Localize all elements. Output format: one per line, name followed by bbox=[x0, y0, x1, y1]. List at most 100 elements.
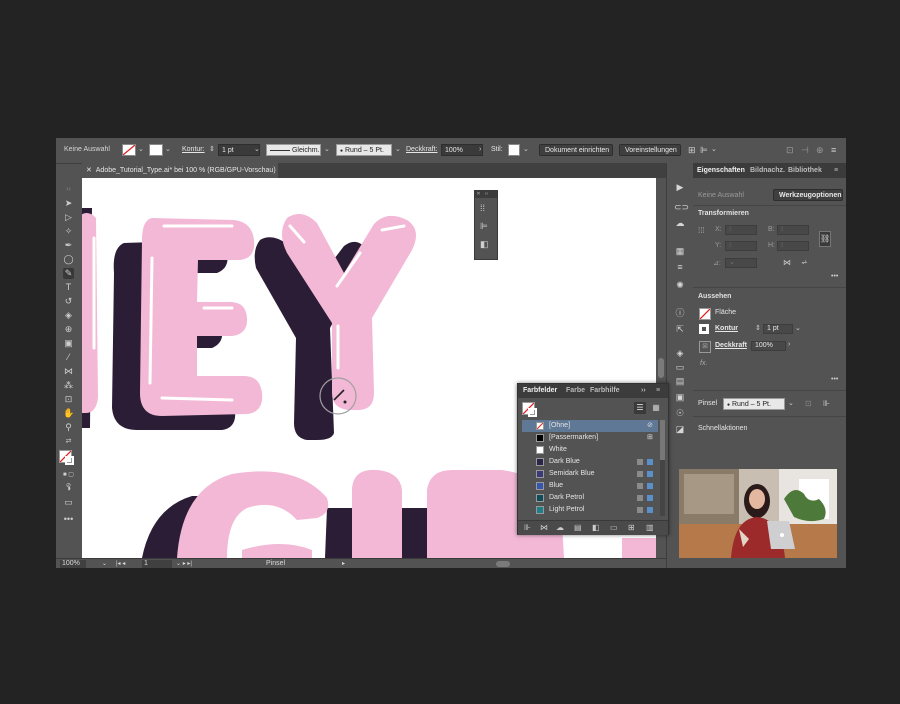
blend-tool-icon[interactable]: ⋈ bbox=[63, 366, 74, 377]
direct-selection-tool-icon[interactable]: ▷ bbox=[63, 212, 74, 223]
swatches-menu-icon[interactable]: ≡ bbox=[656, 384, 660, 398]
brush-dropdown-icon[interactable]: ⌄ bbox=[395, 144, 401, 156]
stroke-weight-input-prop[interactable]: 1 pt bbox=[763, 324, 793, 334]
fx-icon[interactable]: fx. bbox=[700, 360, 707, 367]
stroke-weight-dropdown-prop-icon[interactable]: ⌄ bbox=[795, 324, 801, 332]
tab-properties[interactable]: Eigenschaften bbox=[697, 163, 745, 178]
layers-icon[interactable]: ◈ bbox=[674, 347, 686, 359]
stroke-profile-dropdown-icon[interactable]: ⌄ bbox=[324, 144, 330, 156]
stroke-label[interactable]: Kontur: bbox=[182, 144, 205, 156]
panel-menu-icon[interactable]: ≡ bbox=[834, 163, 838, 178]
swatch-libraries-icon[interactable]: ⊪ bbox=[524, 523, 531, 532]
zoom-dropdown-icon[interactable]: ⌄ bbox=[102, 560, 107, 568]
panel-menu-icon[interactable]: ≡ bbox=[831, 144, 836, 156]
stroke-stepper-icon[interactable]: ⇕ bbox=[755, 324, 761, 332]
selection-tool-icon[interactable]: ➤ bbox=[63, 198, 74, 209]
brush-panel-icon[interactable]: ⊪ bbox=[823, 399, 830, 408]
stroke-label-prop[interactable]: Kontur bbox=[715, 325, 738, 332]
x-input[interactable]: ⁝ bbox=[725, 225, 757, 235]
symbols-panel-icon[interactable]: ✺ bbox=[674, 279, 686, 291]
width-input[interactable]: ⁝ bbox=[777, 225, 809, 235]
angle-input[interactable]: ⌄ bbox=[725, 258, 757, 268]
brush-select[interactable]: ● Rund – 5 Pt. bbox=[336, 144, 392, 156]
info-icon[interactable]: ⓘ bbox=[674, 307, 686, 319]
magic-wand-tool-icon[interactable]: ✧ bbox=[63, 226, 74, 237]
swatch-row[interactable]: Blue bbox=[522, 480, 658, 492]
swap-colors-icon[interactable]: ⇄ bbox=[63, 436, 74, 447]
align-icon[interactable]: ⊫ bbox=[700, 144, 708, 156]
swatch-row[interactable]: Semidark Blue bbox=[522, 468, 658, 480]
play-icon[interactable]: ▶ bbox=[674, 181, 686, 193]
tab-libraries[interactable]: Bibliothek bbox=[788, 163, 822, 178]
tab-swatches[interactable]: Farbfelder bbox=[523, 384, 557, 398]
swatch-row[interactable]: Dark Blue bbox=[522, 456, 658, 468]
artboard-dropdown-icon[interactable]: ⌄ ▸ ▸| bbox=[176, 560, 192, 568]
eraser-tool-icon[interactable]: ◈ bbox=[63, 310, 74, 321]
pathfinder-panel-icon[interactable]: ◧ bbox=[480, 239, 491, 250]
tab-image-trace[interactable]: Bildnachz. bbox=[750, 163, 785, 178]
arrange-icon[interactable]: ⊞ bbox=[688, 144, 696, 156]
swatches-scroll-thumb[interactable] bbox=[660, 420, 665, 460]
libraries-icon[interactable]: ☁ bbox=[674, 217, 686, 229]
transform-panel-icon[interactable]: ⁞⁞ bbox=[480, 203, 491, 214]
constrain-proportions-icon[interactable]: ⛓ bbox=[819, 231, 831, 247]
stroke-weight-dropdown-icon[interactable]: ⌄ bbox=[254, 144, 260, 156]
graphic-styles-icon[interactable]: ▣ bbox=[674, 391, 686, 403]
swatch-panel-icon[interactable]: ▦ bbox=[674, 245, 686, 257]
swatch-row[interactable]: Dark Petrol bbox=[522, 492, 658, 504]
opacity-input[interactable]: 100% bbox=[441, 144, 483, 156]
palette-titlebar[interactable]: ✕ ›› bbox=[475, 191, 497, 198]
brush-libraries-icon[interactable]: ⊡ bbox=[805, 399, 812, 408]
shape-builder-tool-icon[interactable]: ⊕ bbox=[63, 324, 74, 335]
color-mode-icon[interactable]: ■ ▢ ⊘ bbox=[63, 470, 74, 489]
export-icon[interactable]: ⇱ bbox=[674, 323, 686, 335]
swatches-scrollbar[interactable] bbox=[660, 420, 665, 516]
links-icon[interactable]: ⊂⊃ bbox=[674, 201, 689, 213]
new-color-group-icon[interactable]: ▭ bbox=[610, 523, 618, 532]
zoom-tool-icon[interactable]: ⚲ bbox=[63, 422, 74, 433]
y-input[interactable]: ⁝ bbox=[725, 241, 757, 251]
tab-color-guide[interactable]: Farbhilfe bbox=[590, 384, 620, 398]
rotate-tool-icon[interactable]: ↺ bbox=[63, 296, 74, 307]
artboard-tool-icon[interactable]: ⊡ bbox=[63, 394, 74, 405]
style-dropdown-icon[interactable]: ⌄ bbox=[523, 144, 529, 156]
brush-select-prop[interactable]: ● Rund – 5 Pt. bbox=[723, 398, 785, 410]
align-panel-icon[interactable]: ⊫ bbox=[480, 221, 491, 232]
status-arrow-icon[interactable]: ▸ bbox=[342, 560, 345, 568]
align-dropdown-icon[interactable]: ⌄ bbox=[711, 144, 717, 156]
flip-horizontal-icon[interactable]: ⋈ bbox=[783, 258, 791, 267]
stroke-weight-stepper-icon[interactable]: ⇕ bbox=[209, 144, 215, 156]
hand-tool-icon[interactable]: ✋ bbox=[63, 408, 74, 419]
cloud-swatches-icon[interactable]: ☁ bbox=[556, 523, 564, 532]
draw-mode-icon[interactable]: ◑ bbox=[63, 483, 74, 494]
type-tool-icon[interactable]: T bbox=[63, 282, 74, 293]
appearance-icon[interactable]: ☉ bbox=[674, 407, 686, 419]
horizontal-scroll-thumb[interactable] bbox=[496, 561, 510, 567]
swatch-stroke-indicator[interactable] bbox=[528, 408, 537, 417]
tab-color[interactable]: Farbe bbox=[566, 384, 585, 398]
opacity-label-prop[interactable]: Deckkraft bbox=[715, 342, 747, 349]
opacity-input-prop[interactable]: 100% bbox=[751, 341, 786, 351]
new-swatch-icon[interactable]: ⊞ bbox=[628, 523, 635, 532]
panel-collapse-icon[interactable]: ›› bbox=[641, 384, 646, 398]
screen-mode-icon[interactable]: ▭ bbox=[63, 497, 74, 508]
toolbar-collapse-icon[interactable]: ›› bbox=[63, 184, 74, 195]
color-guide-icon[interactable]: ▤ bbox=[674, 375, 686, 387]
delete-swatch-icon[interactable]: ▥ bbox=[646, 523, 654, 532]
preferences-button[interactable]: Voreinstellungen bbox=[619, 144, 681, 156]
brushes-panel-icon[interactable]: ≡ bbox=[674, 261, 686, 273]
document-tab[interactable]: ✕ Adobe_Tutorial_Type.ai* bei 100 % (RGB… bbox=[82, 163, 278, 178]
swatch-row[interactable]: [Passermarken] ⊞ bbox=[522, 432, 658, 444]
document-setup-button[interactable]: Dokument einrichten bbox=[539, 144, 613, 156]
edit-toolbar-icon[interactable]: ••• bbox=[63, 514, 74, 525]
artboards-icon[interactable]: ▭ bbox=[674, 361, 686, 373]
swatch-options-icon[interactable]: ▤ bbox=[574, 523, 582, 532]
show-kinds-icon[interactable]: ⋈ bbox=[540, 523, 548, 532]
swatch-row[interactable]: [Ohne] ⊘ bbox=[522, 420, 658, 432]
symbol-sprayer-tool-icon[interactable]: ⁂ bbox=[63, 380, 74, 391]
transform-more-icon[interactable]: ••• bbox=[831, 273, 838, 280]
flip-vertical-icon[interactable]: ⩫ bbox=[801, 258, 808, 267]
opacity-arrow-icon[interactable]: › bbox=[479, 144, 481, 156]
swatch-row[interactable]: White bbox=[522, 444, 658, 456]
artboard-number[interactable]: 1 bbox=[142, 560, 172, 568]
